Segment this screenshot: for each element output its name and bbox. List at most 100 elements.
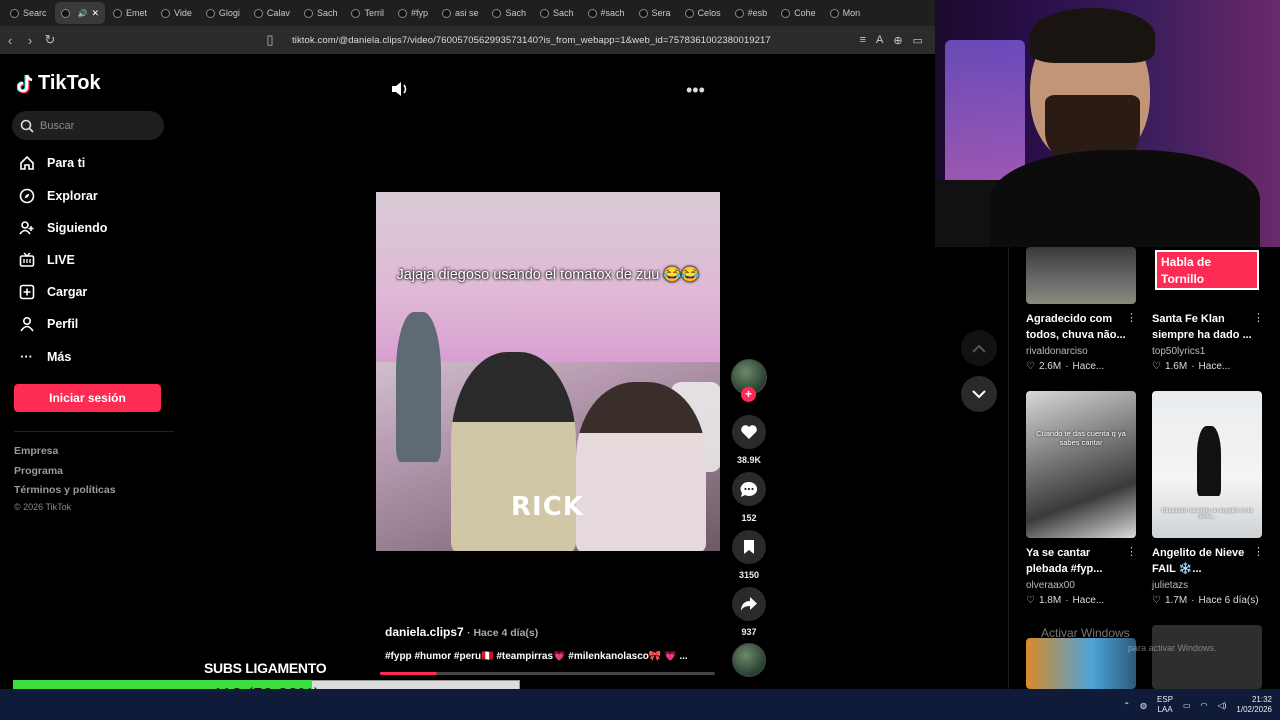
separator: · [1191, 595, 1195, 606]
read-mode-icon[interactable]: ≡ [860, 34, 866, 47]
login-button[interactable]: Iniciar sesión [14, 384, 161, 412]
nav-explorar[interactable]: Explorar [18, 184, 98, 208]
video-author-row: daniela.clips7 · Hace 4 día(s) [385, 625, 538, 639]
tab-close-icon[interactable]: ✕ [91, 8, 99, 19]
video-overlay-text: RICK [511, 492, 584, 522]
recommendation-user[interactable]: olveraax00 [1026, 580, 1075, 591]
browser-tab[interactable]: Mon [824, 2, 867, 24]
tab-label: Sach [316, 8, 338, 18]
browser-tab[interactable]: Cohe [775, 2, 822, 24]
browser-tab[interactable]: Sach [298, 2, 344, 24]
browser-tab[interactable]: #esb [729, 2, 774, 24]
display-icon[interactable]: ▭ [1183, 701, 1191, 710]
recommendation-meta: ♡ 1.8M · Hace... [1026, 595, 1104, 606]
chevron-up-icon[interactable]: ⌃ [1123, 701, 1130, 710]
browser-tab[interactable]: Calav [248, 2, 296, 24]
search-input[interactable] [40, 119, 150, 132]
recommendation-thumbnail[interactable] [1026, 638, 1136, 689]
more-options-icon[interactable]: ⋮ [1126, 545, 1137, 558]
recommendation-user[interactable]: top50lyrics1 [1152, 346, 1205, 357]
recommendation-meta: ♡ 2.6M · Hace... [1026, 361, 1104, 372]
follow-plus-icon[interactable]: + [741, 387, 756, 402]
wifi-icon[interactable]: ◠ [1201, 701, 1208, 710]
browser-tab[interactable]: 🔊 ✕ [54, 2, 106, 24]
thumbnail-figure [1197, 426, 1221, 496]
clock[interactable]: 21:32 1/02/2026 [1236, 695, 1272, 715]
browser-tab[interactable]: Celos [679, 2, 727, 24]
recommendation-title[interactable]: Agradecido com todos, chuva não... [1026, 311, 1126, 343]
bookmark-icon[interactable]: ▯ [260, 32, 280, 48]
video-hashtags[interactable]: #fypp #humor #peru🇵🇪 #teampirras💗 #milen… [385, 651, 715, 662]
recommendation-title[interactable]: Santa Fe Klan siempre ha dado ... [1152, 311, 1252, 343]
following-icon [18, 220, 35, 237]
separator: · [1065, 361, 1069, 372]
comment-button[interactable] [732, 472, 766, 506]
recommendation-thumbnail[interactable]: Habla de Tornillo [1152, 247, 1262, 304]
recommendation-user[interactable]: julietazs [1152, 580, 1188, 591]
browser-tab[interactable]: #fyp [392, 2, 434, 24]
music-disc-avatar[interactable] [732, 643, 766, 677]
recommendation-thumbnail[interactable] [1026, 247, 1136, 304]
browser-tab[interactable]: Sach [486, 2, 532, 24]
nav-label: Siguiendo [47, 221, 108, 235]
browser-tab[interactable]: Glogi [200, 2, 246, 24]
nav-live[interactable]: LIVE [18, 248, 75, 272]
previous-video-button[interactable] [961, 330, 997, 366]
back-icon[interactable]: ‹ [0, 33, 20, 48]
browser-tab[interactable]: Sera [633, 2, 677, 24]
network-icon[interactable]: ◍ [1140, 701, 1147, 710]
more-options-icon[interactable]: ••• [686, 80, 705, 101]
footer-link-programa[interactable]: Programa [14, 465, 63, 477]
tab-audio-icon[interactable]: 🔊 [78, 9, 88, 18]
cast-icon[interactable]: ▭ [913, 34, 923, 47]
recommendation-thumbnail[interactable]: Cuando te das cuenta q ya sabes cantar [1026, 391, 1136, 538]
nav-siguiendo[interactable]: Siguiendo [18, 216, 107, 240]
url-field[interactable]: tiktok.com/@daniela.clips7/video/7600570… [292, 35, 771, 46]
zoom-icon[interactable]: ⊕ [893, 34, 902, 47]
browser-tab[interactable]: Searc [4, 2, 53, 24]
search-box[interactable] [12, 111, 164, 140]
recommendation-title[interactable]: Angelito de Nieve FAIL ❄️... [1152, 545, 1252, 577]
author-name[interactable]: daniela.clips7 [385, 625, 464, 639]
browser-tab-bar: Searc 🔊 ✕ Emet Vide Glogi Calav Sach Terril #fyp a… [0, 0, 935, 26]
volume-icon[interactable]: ◁) [1218, 701, 1227, 710]
live-tv-icon [18, 252, 35, 269]
post-time: Hace... [1072, 361, 1105, 372]
next-video-button[interactable] [961, 376, 997, 412]
translate-icon[interactable]: A [876, 34, 883, 47]
clock-date: 1/02/2026 [1236, 705, 1272, 714]
recommendation-thumbnail[interactable] [1152, 625, 1262, 689]
nav-para-ti[interactable]: Para ti [18, 151, 85, 175]
browser-tab[interactable]: Emet [107, 2, 153, 24]
browser-tab[interactable]: #sach [582, 2, 631, 24]
browser-tab[interactable]: asi se [436, 2, 485, 24]
language-indicator[interactable]: ESP LAA [1157, 695, 1173, 715]
chevron-up-icon [972, 344, 986, 353]
footer-link-terminos[interactable]: Términos y políticas [14, 484, 116, 496]
reload-icon[interactable]: ↻ [40, 32, 60, 48]
forward-icon[interactable]: › [20, 33, 40, 48]
tab-favicon-icon [205, 8, 215, 18]
save-button[interactable] [732, 530, 766, 564]
share-button[interactable] [732, 587, 766, 621]
tab-label: Mon [842, 8, 861, 18]
browser-tab[interactable]: Sach [534, 2, 580, 24]
nav-cargar[interactable]: Cargar [18, 280, 87, 304]
like-button[interactable] [732, 415, 766, 449]
more-options-icon[interactable]: ⋮ [1253, 545, 1264, 558]
browser-tab[interactable]: Terril [345, 2, 390, 24]
video-player[interactable]: Jajaja diegoso usando el tomatox de zuu … [376, 192, 720, 551]
browser-tab[interactable]: Vide [155, 2, 198, 24]
footer-link-empresa[interactable]: Empresa [14, 445, 58, 457]
tiktok-logo[interactable]: TikTok [17, 72, 101, 95]
tab-label: #esb [747, 8, 768, 18]
nav-perfil[interactable]: Perfil [18, 312, 78, 336]
nav-mas[interactable]: ··· Más [18, 345, 71, 369]
more-options-icon[interactable]: ⋮ [1253, 311, 1264, 324]
recommendation-title[interactable]: Ya se cantar plebada #fyp... [1026, 545, 1126, 577]
more-options-icon[interactable]: ⋮ [1126, 311, 1137, 324]
recommendation-thumbnail[interactable]: Dibujando haciendo un angelito en la nie… [1152, 391, 1262, 538]
recommendation-user[interactable]: rivaldonarciso [1026, 346, 1088, 357]
sidebar-divider [14, 431, 174, 432]
sound-icon[interactable] [390, 80, 410, 98]
